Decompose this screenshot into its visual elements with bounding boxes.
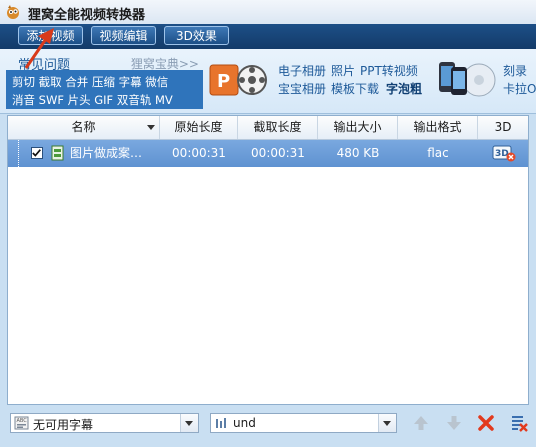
delete-icon[interactable]: [477, 414, 495, 432]
3d-effect-button[interactable]: 3D效果: [164, 26, 229, 45]
subtitle-select-value: 无可用字幕: [33, 418, 94, 432]
faq-links: 剪切 截取 合并 压缩 字幕 微信 消音 SWF 片头 GIF 双音轨 MV: [6, 70, 203, 109]
promo-xiaopaoniu-link[interactable]: 字泡粗: [386, 80, 422, 97]
clear-list-icon[interactable]: [510, 414, 528, 432]
cell-cut-length: 00:00:31: [251, 146, 305, 160]
cell-output-format: flac: [427, 146, 449, 160]
subtitle-select[interactable]: ABC 无可用字幕: [10, 413, 199, 433]
file-list: 名称 原始长度 截取长度 输出大小 输出格式 3D 图片做成案… 00:00:3: [7, 115, 529, 405]
bottom-bar: ABC 无可用字幕 und: [0, 405, 536, 447]
promo-burn-link[interactable]: 刻录: [503, 62, 527, 79]
faq-links-row-2[interactable]: 消音 SWF 片头 GIF 双音轨 MV: [12, 92, 173, 108]
audio-file-icon: [51, 145, 64, 161]
column-name[interactable]: 名称: [8, 116, 160, 139]
promo-banner: 常见问题 狸窝宝典>> 剪切 截取 合并 压缩 字幕 微信 消音 SWF 片头 …: [0, 49, 536, 114]
chevron-down-icon[interactable]: [180, 414, 198, 432]
title-bar: 狸窝全能视频转换器: [0, 0, 536, 25]
audio-track-select[interactable]: und: [210, 413, 397, 433]
phone-dvd-icon[interactable]: [437, 59, 497, 101]
audio-track-select-value: und: [233, 416, 256, 430]
column-output-size[interactable]: 输出大小: [318, 116, 398, 139]
check-icon: [32, 149, 41, 157]
promo-album-link[interactable]: 电子相册: [278, 62, 326, 79]
promo-ppt-link[interactable]: PPT转视频: [360, 62, 418, 79]
audio-track-icon: [216, 418, 226, 428]
cell-original-length: 00:00:31: [172, 146, 226, 160]
promo-baby-album-link[interactable]: 宝宝相册: [278, 80, 326, 97]
edit-video-button[interactable]: 视频编辑: [91, 26, 156, 45]
svg-text:ABC: ABC: [17, 418, 28, 424]
3d-settings-icon[interactable]: 3D: [492, 145, 516, 162]
promo-karaoke-link[interactable]: 卡拉OK: [503, 80, 536, 97]
tree-line: [18, 140, 20, 167]
faq-links-row-1[interactable]: 剪切 截取 合并 压缩 字幕 微信: [12, 74, 168, 90]
cell-output-size: 480 KB: [336, 146, 380, 160]
app-window: 狸窝全能视频转换器 添加视频 视频编辑 3D效果 常见问题 狸窝宝典>> 剪切 …: [0, 0, 536, 447]
move-up-icon[interactable]: [412, 414, 430, 432]
app-logo-icon: [7, 5, 19, 19]
column-output-format[interactable]: 输出格式: [398, 116, 478, 139]
column-3d[interactable]: 3D: [478, 116, 528, 139]
pointer-arrow-icon: [24, 28, 54, 69]
subtitle-icon: ABC: [14, 416, 29, 430]
file-list-header: 名称 原始长度 截取长度 输出大小 输出格式 3D: [8, 116, 528, 140]
row-checkbox[interactable]: [31, 147, 43, 159]
svg-text:P: P: [217, 71, 230, 92]
sort-arrow-icon: [147, 125, 155, 130]
window-title: 狸窝全能视频转换器: [28, 8, 146, 23]
move-down-icon[interactable]: [445, 414, 463, 432]
cell-name: 图片做成案…: [70, 146, 143, 160]
column-cut-length[interactable]: 截取长度: [238, 116, 318, 139]
column-original-length[interactable]: 原始长度: [160, 116, 238, 139]
promo-photo-link[interactable]: 照片: [331, 62, 355, 79]
chevron-down-icon[interactable]: [378, 414, 396, 432]
ppt-film-icon[interactable]: P: [208, 59, 270, 101]
table-row[interactable]: 图片做成案… 00:00:31 00:00:31 480 KB flac 3D: [8, 140, 528, 167]
promo-template-link[interactable]: 模板下载: [331, 80, 379, 97]
main-toolbar: 添加视频 视频编辑 3D效果: [0, 24, 536, 49]
